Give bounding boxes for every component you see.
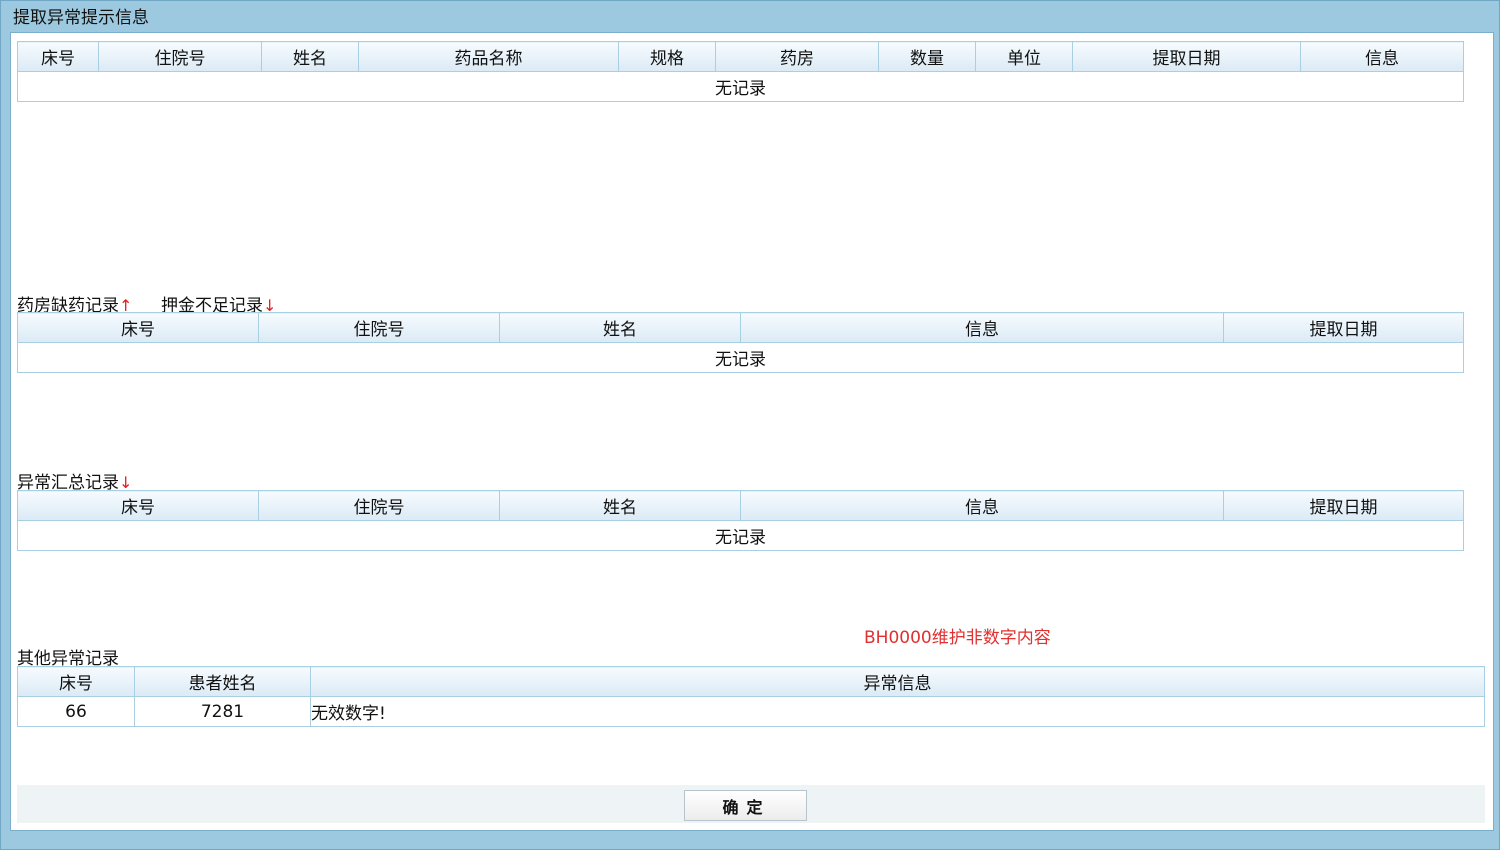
empty-message: 无记录 bbox=[17, 342, 1464, 373]
summary-table-header: 床号 住院号 姓名 信息 提取日期 bbox=[17, 490, 1464, 521]
column-header-quantity[interactable]: 数量 bbox=[878, 41, 976, 72]
column-header-anomaly-info[interactable]: 异常信息 bbox=[310, 666, 1485, 697]
cell-anomaly-info: 无效数字! bbox=[310, 696, 1485, 727]
column-header-name[interactable]: 姓名 bbox=[499, 490, 741, 521]
empty-message: 无记录 bbox=[17, 71, 1464, 102]
table-row: 无记录 bbox=[17, 342, 1464, 373]
dialog-window: 提取异常提示信息 床号 住院号 姓名 药品名称 规格 药房 数量 单位 提取日期… bbox=[0, 0, 1500, 850]
column-header-unit[interactable]: 单位 bbox=[975, 41, 1073, 72]
other-table-header: 床号 患者姓名 异常信息 bbox=[17, 666, 1485, 697]
warning-message: BH0000维护非数字内容 bbox=[864, 628, 1051, 648]
column-header-bed[interactable]: 床号 bbox=[17, 312, 259, 343]
summary-table: 床号 住院号 姓名 信息 提取日期 无记录 bbox=[17, 490, 1464, 551]
window-title: 提取异常提示信息 bbox=[13, 8, 149, 28]
column-header-extract-date[interactable]: 提取日期 bbox=[1223, 490, 1464, 521]
column-header-bed[interactable]: 床号 bbox=[17, 41, 99, 72]
column-header-name[interactable]: 姓名 bbox=[261, 41, 359, 72]
table-row[interactable]: 66 7281 无效数字! bbox=[17, 696, 1485, 727]
column-header-spec[interactable]: 规格 bbox=[618, 41, 716, 72]
dialog-footer: 确定 bbox=[17, 785, 1485, 823]
ok-button[interactable]: 确定 bbox=[684, 790, 807, 821]
extract-table-header: 床号 住院号 姓名 药品名称 规格 药房 数量 单位 提取日期 信息 bbox=[17, 41, 1464, 72]
pharmacy-table-header: 床号 住院号 姓名 信息 提取日期 bbox=[17, 312, 1464, 343]
column-header-extract-date[interactable]: 提取日期 bbox=[1072, 41, 1301, 72]
column-header-info[interactable]: 信息 bbox=[740, 490, 1224, 521]
column-header-admission-no[interactable]: 住院号 bbox=[98, 41, 262, 72]
column-header-drug-name[interactable]: 药品名称 bbox=[358, 41, 619, 72]
column-header-patient-name[interactable]: 患者姓名 bbox=[134, 666, 311, 697]
other-anomalies-table: 床号 患者姓名 异常信息 66 7281 无效数字! bbox=[17, 666, 1485, 727]
column-header-extract-date[interactable]: 提取日期 bbox=[1223, 312, 1464, 343]
extract-table: 床号 住院号 姓名 药品名称 规格 药房 数量 单位 提取日期 信息 无记录 bbox=[17, 41, 1464, 102]
content-panel: 床号 住院号 姓名 药品名称 规格 药房 数量 单位 提取日期 信息 无记录 药… bbox=[10, 32, 1494, 831]
column-header-admission-no[interactable]: 住院号 bbox=[258, 312, 500, 343]
cell-bed: 66 bbox=[17, 696, 135, 727]
column-header-info[interactable]: 信息 bbox=[740, 312, 1224, 343]
column-header-info[interactable]: 信息 bbox=[1300, 41, 1464, 72]
empty-message: 无记录 bbox=[17, 520, 1464, 551]
column-header-pharmacy[interactable]: 药房 bbox=[715, 41, 879, 72]
pharmacy-shortage-table: 床号 住院号 姓名 信息 提取日期 无记录 bbox=[17, 312, 1464, 373]
table-row: 无记录 bbox=[17, 520, 1464, 551]
column-header-admission-no[interactable]: 住院号 bbox=[258, 490, 500, 521]
cell-patient-name: 7281 bbox=[134, 696, 311, 727]
column-header-bed[interactable]: 床号 bbox=[17, 490, 259, 521]
table-row: 无记录 bbox=[17, 71, 1464, 102]
column-header-bed[interactable]: 床号 bbox=[17, 666, 135, 697]
column-header-name[interactable]: 姓名 bbox=[499, 312, 741, 343]
